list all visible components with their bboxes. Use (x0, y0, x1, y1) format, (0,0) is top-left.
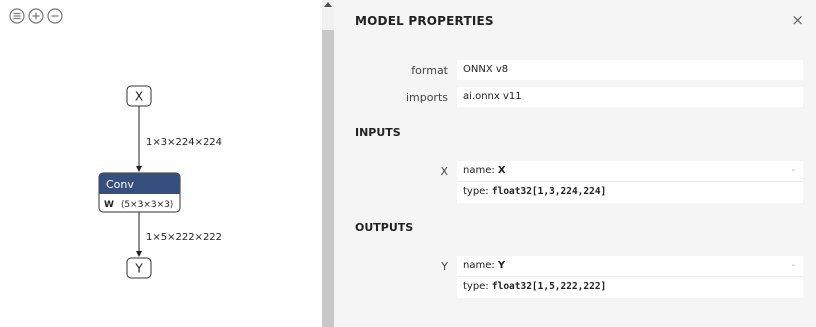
model-properties-sidebar: MODEL PROPERTIES × format ONNX v8 import… (334, 0, 816, 327)
input-x-type-line: type: float32[1,3,224,224] (463, 182, 606, 202)
input-x-toggle[interactable]: - (791, 161, 795, 181)
svg-text:X: X (135, 90, 143, 104)
input-x-type: float32[1,3,224,224] (491, 186, 607, 197)
output-y-type-line: type: float32[1,5,222,222] (463, 277, 606, 297)
scroll-up-arrow-icon[interactable] (324, 2, 332, 7)
scroll-thumb[interactable] (322, 30, 334, 327)
svg-text:Y: Y (134, 262, 143, 276)
graph-diagram: X 1×3×224×224 Conv W ⟨5×3×3×3⟩ 1×5×222×2… (98, 85, 222, 279)
graph-canvas[interactable]: X 1×3×224×224 Conv W ⟨5×3×3×3⟩ 1×5×222×2… (0, 0, 322, 327)
input-x-name: X (497, 165, 506, 176)
output-y-box[interactable]: name: Y - type: float32[1,5,222,222] (457, 256, 803, 298)
output-y-name-line: name: Y (463, 256, 505, 276)
inputs-section-title: INPUTS (355, 126, 401, 139)
format-value: ONNX v8 (457, 60, 803, 80)
conv-attr-value: ⟨5×3×3×3⟩ (121, 200, 174, 210)
imports-value: ai.onnx v11 (457, 87, 803, 107)
output-node-y[interactable]: Y (126, 257, 152, 279)
input-node-x[interactable]: X (126, 85, 152, 107)
output-y-type: float32[1,5,222,222] (491, 281, 607, 292)
sidebar-title: MODEL PROPERTIES (355, 14, 494, 28)
conv-node[interactable]: Conv W ⟨5×3×3×3⟩ (98, 172, 181, 213)
output-y-type-prefix: type: (463, 281, 492, 292)
input-x-label: X (440, 165, 448, 178)
graph-scrollbar[interactable] (322, 0, 334, 327)
close-icon[interactable]: × (791, 10, 804, 30)
edge-input-label: 1×3×224×224 (146, 137, 222, 148)
output-y-name: Y (497, 260, 506, 271)
input-x-name-prefix: name: (463, 165, 498, 176)
outputs-section-title: OUTPUTS (355, 221, 414, 234)
output-y-toggle[interactable]: - (791, 256, 795, 276)
conv-node-title: Conv (106, 178, 134, 191)
input-x-name-line: name: X (463, 161, 506, 181)
output-y-label: Y (441, 260, 448, 273)
edge-output-label: 1×5×222×222 (146, 232, 222, 243)
imports-label: imports (405, 91, 448, 104)
input-x-box[interactable]: name: X - type: float32[1,3,224,224] (457, 161, 803, 203)
conv-attr-name: W (104, 200, 114, 210)
input-x-type-prefix: type: (463, 186, 492, 197)
conv-node-attribute: W ⟨5×3×3×3⟩ (104, 200, 173, 210)
output-y-name-prefix: name: (463, 260, 498, 271)
format-label: format (411, 64, 448, 77)
